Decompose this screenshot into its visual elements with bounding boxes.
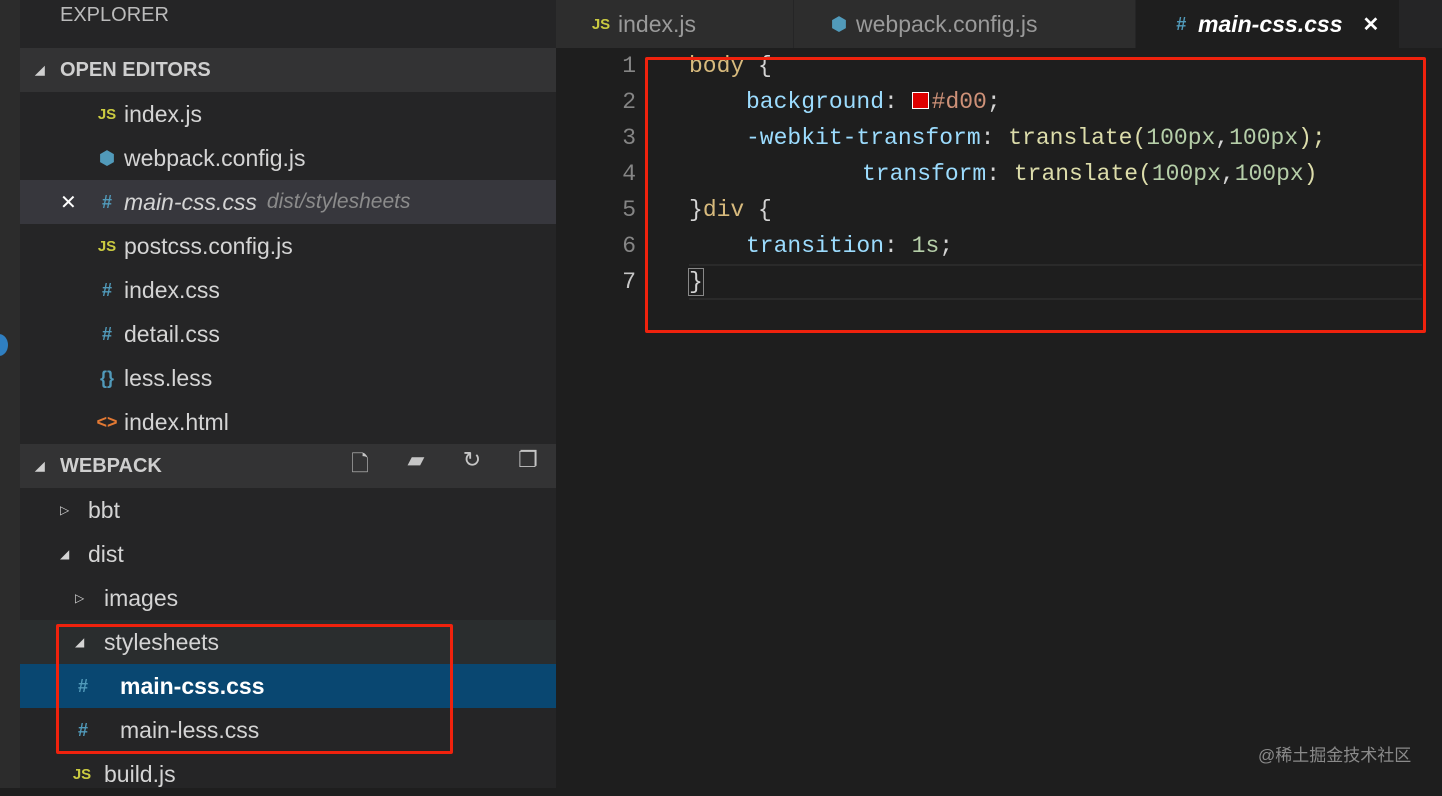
- close-icon[interactable]: ✕: [60, 190, 90, 215]
- braces-icon: {}: [99, 367, 114, 388]
- open-editors-header[interactable]: ◢ OPEN EDITORS: [20, 48, 556, 92]
- css-icon: #: [101, 279, 112, 300]
- line-number: 7: [622, 269, 636, 295]
- line-number: 6: [622, 233, 636, 259]
- refresh-icon[interactable]: ↻: [458, 447, 486, 485]
- open-editor-item[interactable]: JS postcss.config.js: [20, 224, 556, 268]
- js-icon: JS: [591, 15, 611, 33]
- tab-index-js[interactable]: JS index.js: [556, 0, 794, 48]
- line-number: 1: [622, 53, 636, 79]
- tree-file[interactable]: JS build.js: [20, 752, 556, 796]
- js-icon: JS: [72, 765, 92, 783]
- watermark: @稀土掘金技术社区: [1258, 746, 1412, 765]
- activity-bar: [0, 0, 20, 788]
- open-editor-item[interactable]: <> index.html: [20, 400, 556, 444]
- open-editor-item[interactable]: JS index.js: [20, 92, 556, 136]
- webpack-icon: ⬢: [831, 13, 847, 34]
- open-editor-item[interactable]: # index.css: [20, 268, 556, 312]
- chevron-right-icon: ▷: [75, 591, 85, 605]
- chevron-right-icon: ▷: [60, 503, 70, 517]
- new-folder-icon[interactable]: ▰: [402, 447, 430, 485]
- webpack-icon: ⬢: [99, 147, 115, 168]
- line-number: 5: [622, 197, 636, 223]
- editor-tabs: JS index.js ⬢ webpack.config.js # main-css.…: [556, 0, 1442, 48]
- chevron-down-icon: ◢: [60, 547, 70, 561]
- explorer-title: EXPLORER: [60, 4, 169, 26]
- line-number: 4: [622, 161, 636, 187]
- collapse-all-icon[interactable]: ❐: [514, 447, 542, 485]
- open-editor-item-active[interactable]: ✕ # main-css.css dist/stylesheets: [20, 180, 556, 224]
- line-number: 3: [622, 125, 636, 151]
- tab-webpack-config[interactable]: ⬢ webpack.config.js: [794, 0, 1136, 48]
- webpack-header[interactable]: ◢ WEBPACK 🗋 ▰ ↻ ❐: [20, 444, 556, 488]
- line-number: 2: [622, 89, 636, 115]
- js-icon: JS: [97, 237, 117, 255]
- html-icon: <>: [96, 411, 118, 432]
- tree-folder[interactable]: ◢ dist: [20, 532, 556, 576]
- highlight-box-stylesheets: [56, 624, 453, 754]
- open-editor-item[interactable]: {} less.less: [20, 356, 556, 400]
- chevron-down-icon: ◢: [35, 459, 45, 473]
- new-file-icon[interactable]: 🗋: [346, 447, 374, 485]
- tree-folder[interactable]: ▷ images: [20, 576, 556, 620]
- activity-badge[interactable]: [0, 334, 8, 356]
- css-icon: #: [101, 323, 112, 344]
- tree-folder[interactable]: ▷ bbt: [20, 488, 556, 532]
- highlight-box-code: [645, 57, 1426, 333]
- css-icon: #: [1175, 13, 1186, 34]
- css-icon: #: [101, 191, 112, 212]
- close-icon[interactable]: ✕: [1362, 12, 1379, 37]
- open-editor-item[interactable]: ⬢ webpack.config.js: [20, 136, 556, 180]
- js-icon: JS: [97, 105, 117, 123]
- tab-main-css[interactable]: # main-css.css ✕: [1136, 0, 1401, 48]
- chevron-down-icon: ◢: [35, 63, 45, 77]
- open-editor-item[interactable]: # detail.css: [20, 312, 556, 356]
